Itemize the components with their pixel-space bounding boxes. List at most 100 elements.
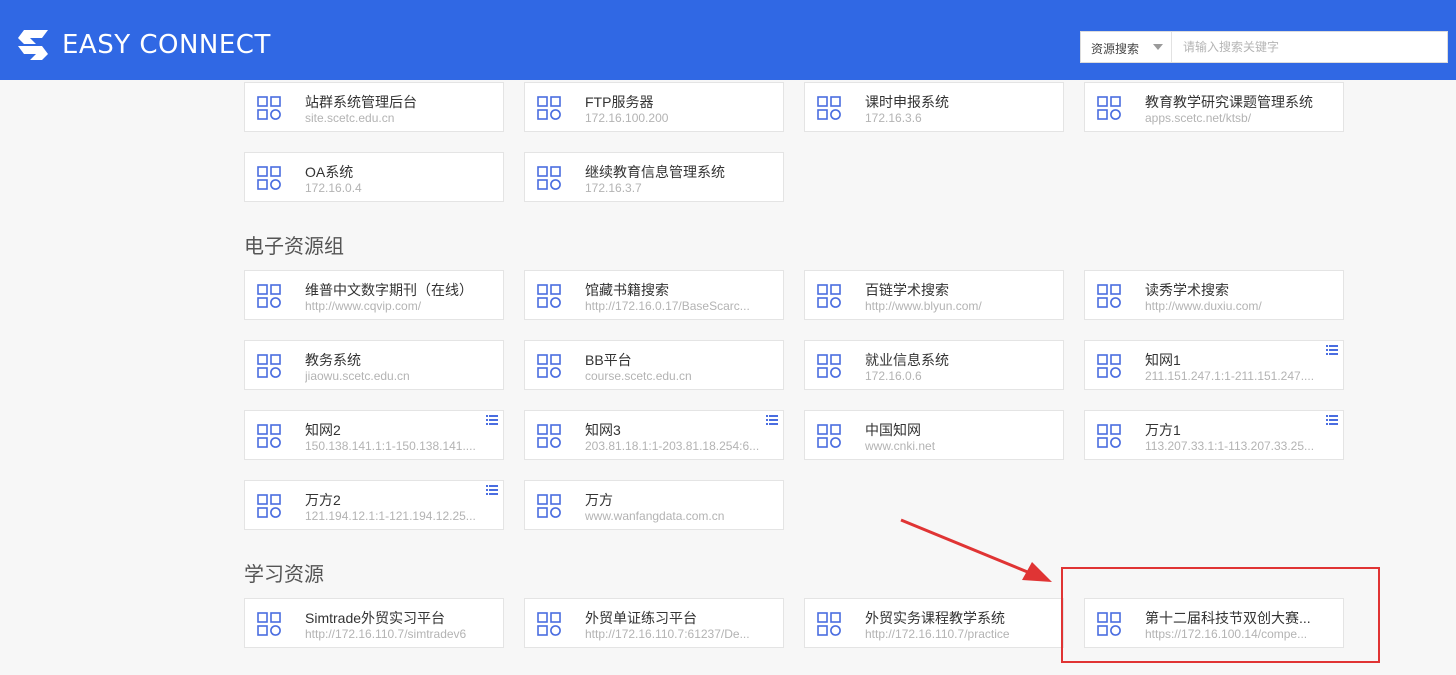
app-grid-icon — [817, 96, 841, 120]
app-grid-icon — [1097, 354, 1121, 378]
resource-name: 知网1 — [1145, 352, 1181, 368]
easyconnect-logo-icon — [18, 30, 48, 60]
resource-name: 读秀学术搜索 — [1145, 282, 1229, 298]
resource-name: 万方2 — [305, 492, 341, 508]
resource-url: 211.151.247.1:1-211.151.247.... — [1145, 369, 1315, 383]
resource-card[interactable]: FTP服务器 172.16.100.200 — [524, 82, 784, 132]
resource-url: http://172.16.110.7/simtradev6 — [305, 627, 467, 641]
resource-name: 知网2 — [305, 422, 341, 438]
resource-card[interactable]: 外贸单证练习平台 http://172.16.110.7:61237/De... — [524, 598, 784, 648]
resource-name: 继续教育信息管理系统 — [585, 164, 725, 180]
resource-card[interactable]: Simtrade外贸实习平台 http://172.16.110.7/simtra… — [244, 598, 504, 648]
resource-url: 150.138.141.1:1-150.138.141.... — [305, 439, 476, 453]
app-grid-icon — [537, 354, 561, 378]
resource-url: 172.16.3.6 — [865, 111, 922, 125]
resource-name: 课时申报系统 — [865, 94, 949, 110]
app-grid-icon — [257, 494, 281, 518]
resource-card[interactable]: 教务系统 jiaowu.scetc.edu.cn — [244, 340, 504, 390]
search-scope-label: 资源搜索 — [1091, 42, 1140, 56]
app-grid-icon — [257, 424, 281, 448]
resource-url: http://172.16.0.17/BaseScarc... — [585, 299, 750, 313]
resource-url: course.scetc.edu.cn — [585, 369, 692, 383]
app-grid-icon — [537, 96, 561, 120]
app-grid-icon — [257, 612, 281, 636]
resource-name: 馆藏书籍搜索 — [585, 282, 669, 298]
resource-card[interactable]: BB平台 course.scetc.edu.cn — [524, 340, 784, 390]
resource-url: 172.16.3.7 — [585, 181, 642, 195]
list-menu-icon[interactable] — [1326, 415, 1338, 425]
resource-url: http://www.cqvip.com/ — [305, 299, 422, 313]
resource-card[interactable]: 继续教育信息管理系统 172.16.3.7 — [524, 152, 784, 202]
resource-url: 172.16.0.6 — [865, 369, 922, 383]
resource-name: 站群系统管理后台 — [305, 94, 417, 110]
resource-card[interactable]: 万方2 121.194.12.1:1-121.194.12.25... — [244, 480, 504, 530]
resource-url: 203.81.18.1:1-203.81.18.254:6... — [585, 439, 760, 453]
app-grid-icon — [537, 284, 561, 308]
resource-url: http://www.blyun.com/ — [865, 299, 982, 313]
app-grid-icon — [817, 284, 841, 308]
resource-card[interactable]: 百链学术搜索 http://www.blyun.com/ — [804, 270, 1064, 320]
resource-name: OA系统 — [305, 164, 354, 180]
app-grid-icon — [257, 354, 281, 378]
app-grid-icon — [1097, 424, 1121, 448]
app-grid-icon — [257, 96, 281, 120]
resource-card[interactable]: 知网3 203.81.18.1:1-203.81.18.254:6... — [524, 410, 784, 460]
search-scope-dropdown[interactable]: 资源搜索 — [1081, 32, 1172, 62]
resource-url: 172.16.100.200 — [585, 111, 669, 125]
resource-name: 知网3 — [585, 422, 621, 438]
resource-name: 就业信息系统 — [865, 352, 949, 368]
resource-card[interactable]: 站群系统管理后台 site.scetc.edu.cn — [244, 82, 504, 132]
resource-name: FTP服务器 — [585, 94, 654, 110]
resource-card[interactable]: 万方1 113.207.33.1:1-113.207.33.25... — [1084, 410, 1344, 460]
resource-name: 教务系统 — [305, 352, 361, 368]
resource-name: Simtrade外贸实习平台 — [305, 610, 446, 626]
resource-url: 121.194.12.1:1-121.194.12.25... — [305, 509, 476, 523]
caret-down-icon — [1153, 44, 1163, 50]
resource-url: 172.16.0.4 — [305, 181, 362, 195]
list-menu-icon[interactable] — [1326, 345, 1338, 355]
resource-name: BB平台 — [585, 352, 632, 368]
list-menu-icon[interactable] — [486, 485, 498, 495]
resource-url: http://172.16.110.7:61237/De... — [585, 627, 750, 641]
resource-url: www.wanfangdata.com.cn — [585, 509, 725, 523]
list-menu-icon[interactable] — [486, 415, 498, 425]
resource-card[interactable]: 读秀学术搜索 http://www.duxiu.com/ — [1084, 270, 1344, 320]
resource-card[interactable]: 教育教学研究课题管理系统 apps.scetc.net/ktsb/ — [1084, 82, 1344, 132]
resource-card[interactable]: 维普中文数字期刊（在线） http://www.cqvip.com/ — [244, 270, 504, 320]
app-grid-icon — [537, 424, 561, 448]
app-title: EASY CONNECT — [62, 30, 271, 60]
resource-name: 百链学术搜索 — [865, 282, 949, 298]
app-grid-icon — [817, 612, 841, 636]
resource-name: 外贸实务课程教学系统 — [865, 610, 1005, 626]
app-grid-icon — [537, 166, 561, 190]
resource-card[interactable]: 就业信息系统 172.16.0.6 — [804, 340, 1064, 390]
app-grid-icon — [1097, 96, 1121, 120]
resource-url: www.cnki.net — [865, 439, 936, 453]
resource-url: jiaowu.scetc.edu.cn — [305, 369, 410, 383]
app-grid-icon — [817, 354, 841, 378]
search-bar: 资源搜索 — [1080, 31, 1448, 63]
app-grid-icon — [537, 494, 561, 518]
resource-card[interactable]: 万方 www.wanfangdata.com.cn — [524, 480, 784, 530]
resource-name: 维普中文数字期刊（在线） — [305, 282, 473, 298]
resource-name: 教育教学研究课题管理系统 — [1145, 94, 1313, 110]
top-header: EASY CONNECT 资源搜索 — [0, 0, 1456, 80]
resource-card[interactable]: 知网2 150.138.141.1:1-150.138.141.... — [244, 410, 504, 460]
resource-name: 万方1 — [1145, 422, 1181, 438]
resource-card[interactable]: 外贸实务课程教学系统 http://172.16.110.7/practice — [804, 598, 1064, 648]
app-grid-icon — [257, 284, 281, 308]
section-title: 电子资源组 — [244, 236, 344, 258]
resource-url: site.scetc.edu.cn — [305, 111, 395, 125]
resource-card[interactable]: 知网1 211.151.247.1:1-211.151.247.... — [1084, 340, 1344, 390]
resource-card[interactable]: OA系统 172.16.0.4 — [244, 152, 504, 202]
app-grid-icon — [817, 424, 841, 448]
resource-url: 113.207.33.1:1-113.207.33.25... — [1145, 439, 1315, 453]
resource-card[interactable]: 馆藏书籍搜索 http://172.16.0.17/BaseScarc... — [524, 270, 784, 320]
resource-card[interactable]: 课时申报系统 172.16.3.6 — [804, 82, 1064, 132]
app-grid-icon — [1097, 284, 1121, 308]
search-input[interactable] — [1173, 32, 1447, 62]
resource-name: 万方 — [585, 492, 613, 508]
resource-card[interactable]: 中国知网 www.cnki.net — [804, 410, 1064, 460]
list-menu-icon[interactable] — [766, 415, 778, 425]
resource-url: apps.scetc.net/ktsb/ — [1145, 111, 1252, 125]
